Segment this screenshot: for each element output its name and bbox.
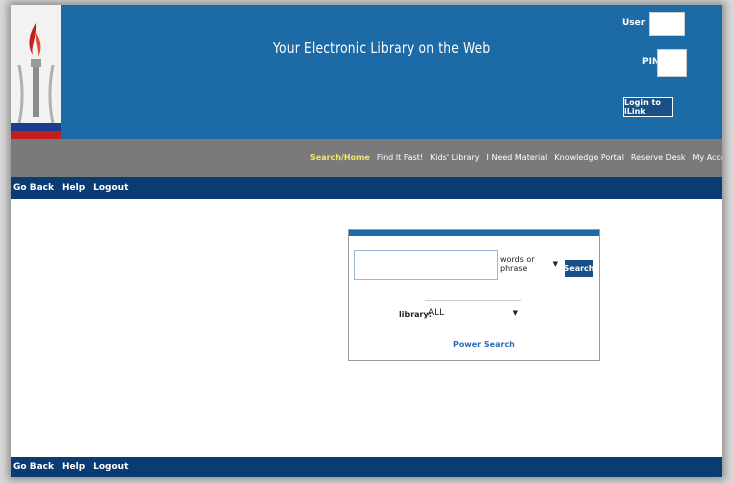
search-type-select[interactable]: words or phrase ▼ [500,252,558,276]
site-title: Your Electronic Library on the Web [273,39,491,57]
nav-item-kids-library[interactable]: Kids' Library [430,153,479,162]
go-back-link[interactable]: Go Back [13,183,54,193]
top-link-bar: Go Back Help Logout [11,177,722,199]
logout-link[interactable]: Logout [93,183,128,193]
nav-item-find-it-fast[interactable]: Find It Fast! [377,153,423,162]
help-link[interactable]: Help [62,183,85,193]
go-back-link[interactable]: Go Back [13,462,54,472]
browser-frame: Your Electronic Library on the Web User … [11,5,722,477]
user-id-input[interactable] [649,12,685,36]
pin-input[interactable] [657,49,687,77]
chevron-down-icon: ▼ [512,308,518,317]
search-panel-header [349,230,599,236]
library-select-value: ALL [428,307,445,318]
main-nav: Search/Home Find It Fast! Kids' Library … [11,139,722,177]
library-logo [11,5,61,139]
logout-link[interactable]: Logout [93,462,128,472]
nav-item-search-home[interactable]: Search/Home [310,153,370,162]
library-select[interactable]: ALL ▼ [425,300,521,324]
nav-items: Search/Home Find It Fast! Kids' Library … [310,153,722,162]
search-panel: words or phrase ▼ Search library: ALL ▼ … [348,229,600,361]
search-type-value: words or phrase [500,255,535,273]
nav-item-my-account[interactable]: My Account [693,153,722,162]
nav-item-reserve-desk[interactable]: Reserve Desk [631,153,686,162]
search-input[interactable] [354,250,498,280]
help-link[interactable]: Help [62,462,85,472]
search-button[interactable]: Search [564,260,594,277]
chevron-down-icon: ▼ [552,260,558,268]
nav-item-knowledge-portal[interactable]: Knowledge Portal [554,153,624,162]
bottom-link-bar: Go Back Help Logout [11,457,722,477]
nav-item-i-need-material[interactable]: I Need Material [487,153,548,162]
power-search-link[interactable]: Power Search [453,340,515,349]
site-header: Your Electronic Library on the Web User … [11,5,722,139]
torch-logo-icon [11,5,61,139]
login-button[interactable]: Login to iLink [623,97,673,117]
